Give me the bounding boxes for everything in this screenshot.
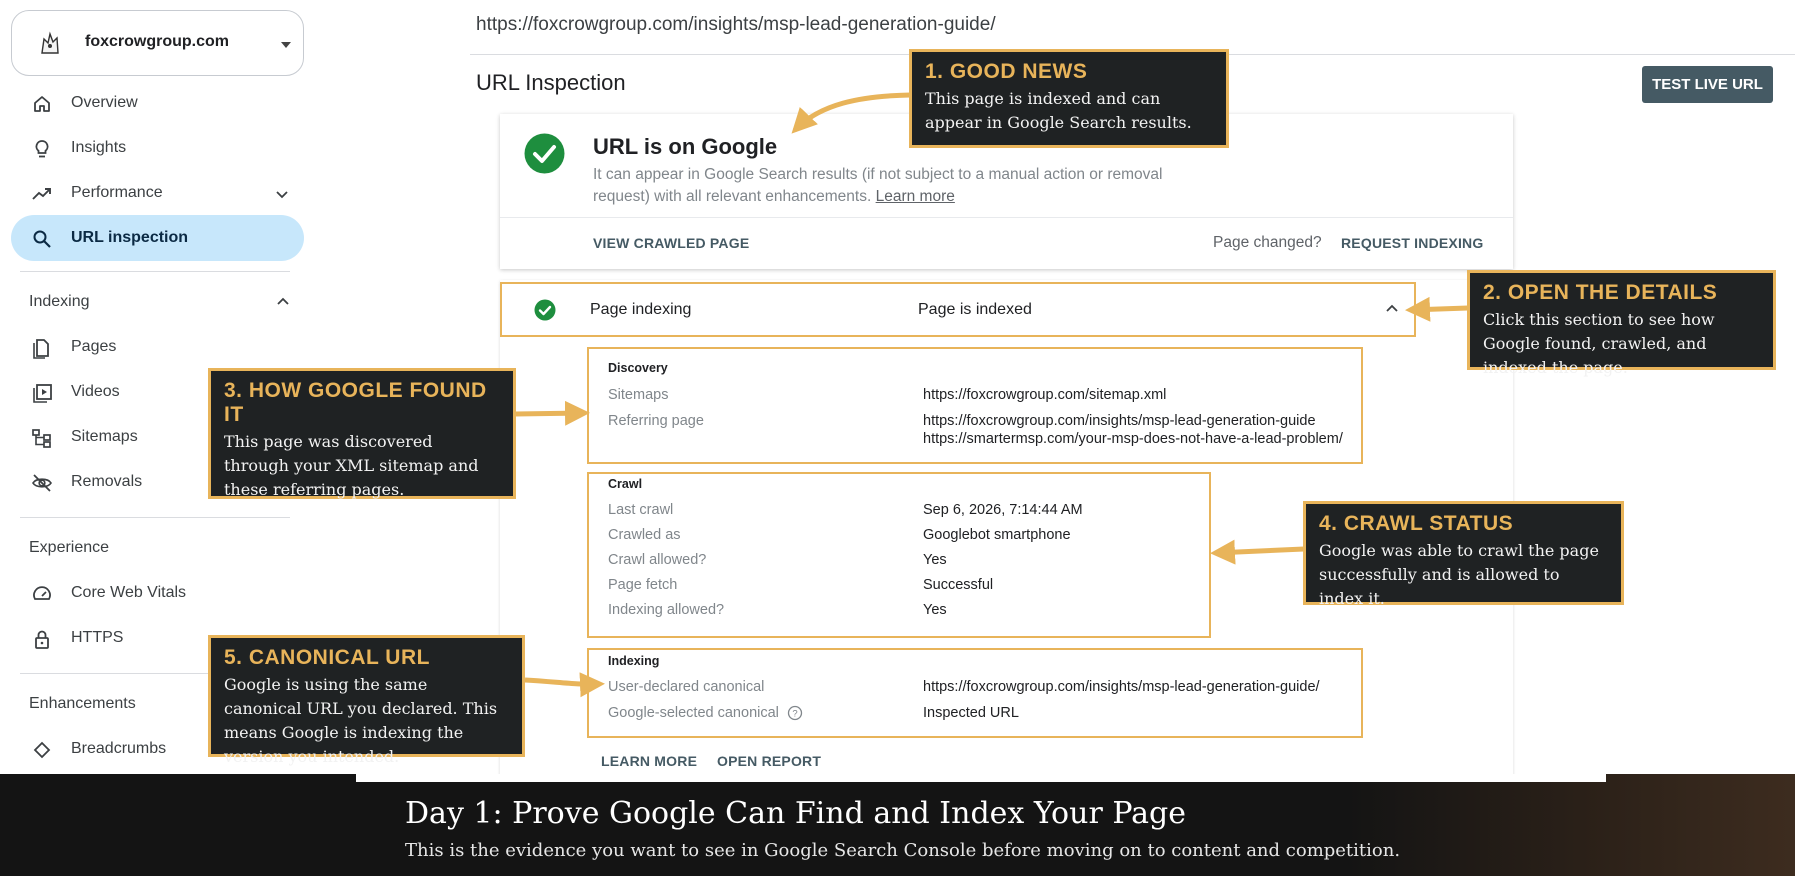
callout-body: Click this section to see how Google fou…	[1483, 310, 1715, 377]
callout-crawl-status: 4. CRAWL STATUS Google was able to crawl…	[1303, 501, 1624, 608]
callout-open-details: 2. OPEN THE DETAILS Click this section t…	[1467, 270, 1776, 377]
callout-body: This page was discovered through your XM…	[224, 432, 479, 499]
callout-how-google-found-it: 3. HOW GOOGLE FOUND IT This page was dis…	[208, 368, 516, 499]
arrow-5	[524, 672, 605, 698]
arrow-2	[1405, 296, 1469, 322]
callout-title: 1. GOOD NEWS	[925, 60, 1088, 83]
callout-title: 5. CANONICAL URL	[224, 646, 430, 669]
banner-subtitle: This is the evidence you want to see in …	[405, 840, 1401, 861]
callout-body: Google was able to crawl the page succes…	[1319, 541, 1599, 608]
arrow-3	[514, 400, 590, 426]
arrow-1	[791, 92, 911, 134]
callout-good-news: 1. GOOD NEWS This page is indexed and ca…	[909, 49, 1229, 148]
banner-title: Day 1: Prove Google Can Find and Index Y…	[405, 796, 1186, 831]
panel-edge	[356, 774, 1606, 782]
callout-title: 2. OPEN THE DETAILS	[1483, 281, 1718, 304]
callout-title: 3. HOW GOOGLE FOUND IT	[224, 379, 487, 426]
callout-body: Google is using the same canonical URL y…	[224, 675, 498, 766]
callout-canonical-url: 5. CANONICAL URL Google is using the sam…	[208, 635, 525, 766]
callout-body: This page is indexed and can appear in G…	[925, 89, 1192, 132]
callout-title: 4. CRAWL STATUS	[1319, 512, 1514, 535]
arrow-4	[1210, 539, 1305, 565]
